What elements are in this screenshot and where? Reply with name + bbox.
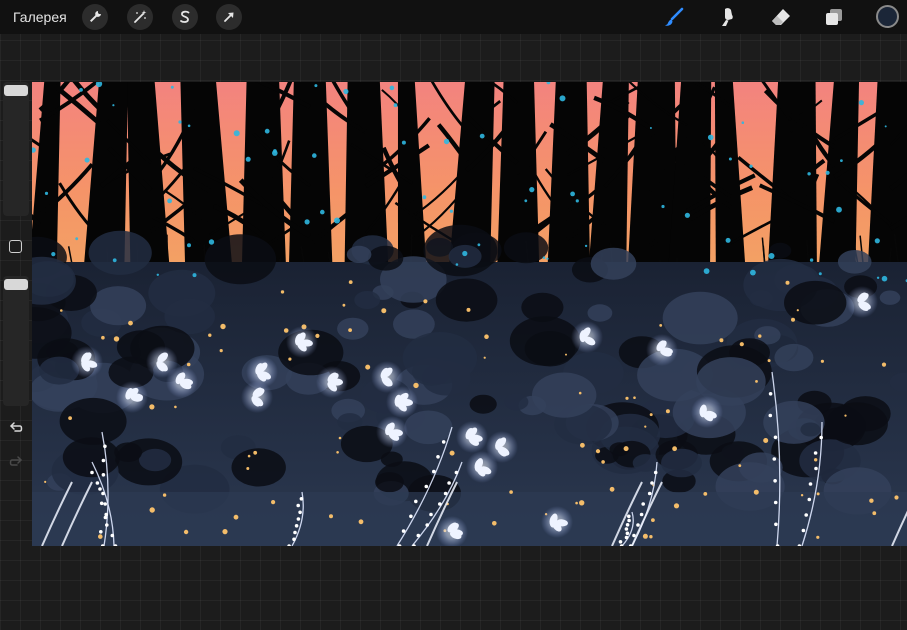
eraser-tool-button[interactable]: [769, 5, 793, 29]
opacity-slider[interactable]: [3, 276, 29, 406]
undo-button[interactable]: [8, 420, 24, 436]
adjustments-button[interactable]: [127, 4, 153, 30]
opacity-slider-thumb[interactable]: [4, 279, 28, 290]
left-sidebar: [0, 82, 32, 482]
undo-icon: [9, 422, 23, 432]
modify-button[interactable]: [9, 240, 22, 253]
brush-icon: [665, 7, 684, 26]
gallery-button[interactable]: Галерея: [13, 9, 67, 25]
redo-button[interactable]: [8, 454, 24, 470]
wrench-icon: [90, 11, 101, 22]
transform-button[interactable]: [216, 4, 242, 30]
selection-s-icon: [180, 10, 190, 23]
actions-button[interactable]: [82, 4, 108, 30]
brush-size-slider[interactable]: [3, 82, 29, 216]
smudge-icon: [722, 8, 733, 26]
layers-icon: [826, 9, 842, 25]
layers-tool-button[interactable]: [822, 5, 846, 29]
arrow-cursor-icon: [224, 12, 234, 22]
magic-wand-icon: [134, 10, 147, 23]
smudge-tool-button[interactable]: [715, 5, 739, 29]
brush-size-slider-thumb[interactable]: [4, 85, 28, 96]
selection-button[interactable]: [172, 4, 198, 30]
top-toolbar: Галерея: [0, 0, 907, 34]
redo-icon: [9, 456, 23, 466]
artwork: [32, 82, 907, 546]
drawing-canvas[interactable]: [32, 82, 907, 546]
color-picker-button[interactable]: [876, 5, 899, 28]
brush-tool-button[interactable]: [662, 5, 686, 29]
eraser-icon: [772, 9, 790, 25]
